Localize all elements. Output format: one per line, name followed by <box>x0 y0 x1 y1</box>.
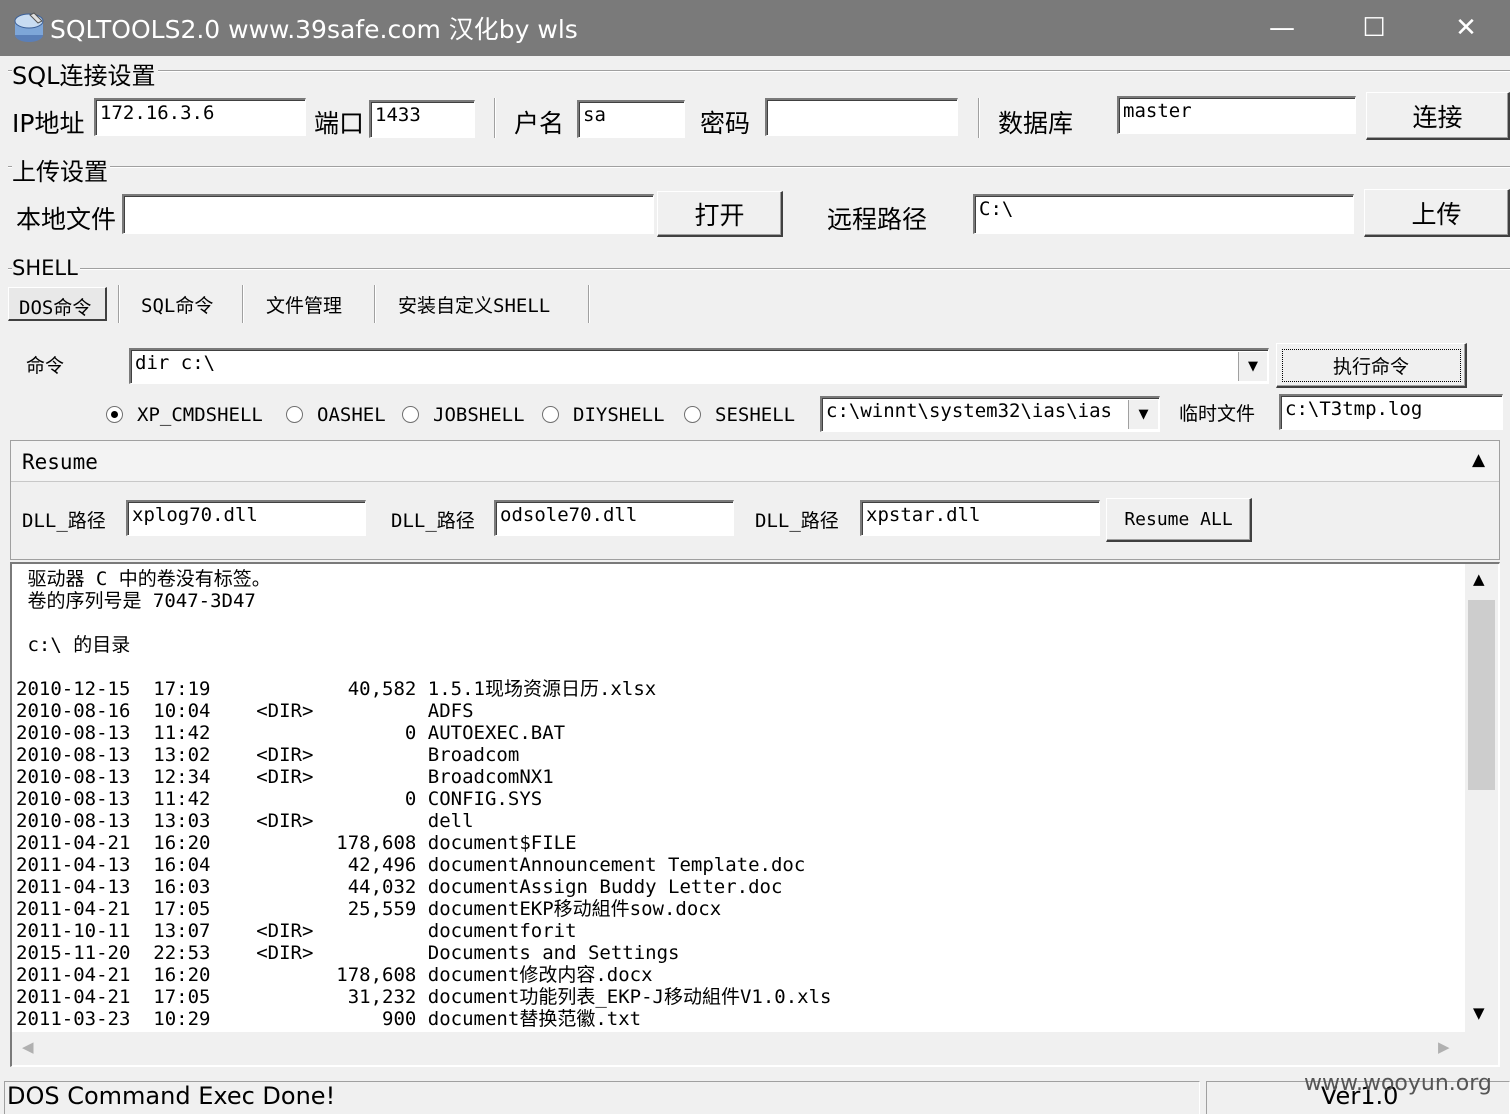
resume-title: Resume <box>22 450 98 474</box>
minimize-button[interactable]: — <box>1236 0 1328 56</box>
separator <box>118 285 120 323</box>
port-label: 端口 <box>314 109 365 138</box>
radio-jobshell-label: JOBSHELL <box>433 404 525 426</box>
connect-button[interactable]: 连接 <box>1366 92 1510 140</box>
scroll-right-icon[interactable]: ▶ <box>1438 1038 1450 1056</box>
shell-path-combobox[interactable]: c:\winnt\system32\ias\ias <box>820 396 1160 432</box>
horizontal-scrollbar[interactable]: ◀ ▶ <box>12 1032 1498 1065</box>
scroll-left-icon[interactable]: ◀ <box>22 1038 34 1056</box>
separator <box>374 285 376 323</box>
radio-xp-cmdshell-label: XP_CMDSHELL <box>137 404 263 426</box>
sql-group-border <box>8 70 1510 72</box>
dll-path-input-2[interactable]: odsole70.dll <box>494 500 734 536</box>
local-file-input[interactable] <box>122 194 654 234</box>
remote-path-label: 远程路径 <box>827 205 928 234</box>
upload-group-border <box>8 166 1510 168</box>
shell-path-value: c:\winnt\system32\ias\ias <box>826 400 1112 422</box>
user-label: 户名 <box>514 109 565 138</box>
radio-diyshell-label: DIYSHELL <box>573 404 665 426</box>
output-text: 驱动器 C 中的卷没有标签。 卷的序列号是 7047-3D47 c:\ 的目录 … <box>16 568 832 1030</box>
tab-sql-command[interactable]: SQL命令 <box>141 291 213 318</box>
command-label: 命令 <box>26 355 65 377</box>
scroll-down-icon[interactable]: ▼ <box>1473 1004 1485 1022</box>
dll-path-label-3: DLL_路径 <box>755 510 839 532</box>
radio-jobshell[interactable] <box>402 406 419 423</box>
separator <box>978 98 980 138</box>
upload-button[interactable]: 上传 <box>1364 189 1510 237</box>
radio-seshell-label: SESHELL <box>715 404 796 426</box>
close-button[interactable]: ✕ <box>1420 0 1510 56</box>
resume-header[interactable] <box>11 441 1499 482</box>
remote-path-input[interactable]: C:\ <box>973 194 1354 234</box>
separator <box>588 285 590 323</box>
scroll-thumb[interactable] <box>1468 600 1495 790</box>
tab-install-custom-shell[interactable]: 安装自定义SHELL <box>398 291 550 318</box>
radio-oashel-label: OASHEL <box>317 404 386 426</box>
local-file-label: 本地文件 <box>16 205 117 234</box>
maximize-button[interactable]: ☐ <box>1328 0 1420 56</box>
password-label: 密码 <box>700 109 751 138</box>
database-label: 数据库 <box>998 109 1074 138</box>
ip-label: IP地址 <box>12 109 85 138</box>
port-input[interactable]: 1433 <box>369 100 475 138</box>
shell-group-border <box>8 268 1510 270</box>
scroll-up-icon[interactable]: ▲ <box>1473 570 1485 588</box>
radio-xp-cmdshell[interactable] <box>106 406 123 423</box>
tab-file-manager[interactable]: 文件管理 <box>266 291 342 318</box>
user-input[interactable]: sa <box>577 100 685 138</box>
temp-file-label: 临时文件 <box>1179 403 1256 425</box>
tab-dos-command-label: DOS命令 <box>19 297 92 319</box>
command-dropdown-arrow-icon[interactable]: ▼ <box>1238 352 1267 381</box>
separator <box>494 98 496 138</box>
ip-input[interactable]: 172.16.3.6 <box>94 98 306 136</box>
radio-seshell[interactable] <box>684 406 701 423</box>
radio-oashel[interactable] <box>286 406 303 423</box>
dll-path-input-1[interactable]: xplog70.dll <box>126 500 366 536</box>
command-combobox[interactable]: dir c:\ <box>129 348 1269 384</box>
shell-path-dropdown-arrow-icon[interactable]: ▼ <box>1128 400 1158 429</box>
execute-command-button[interactable]: 执行命令 <box>1276 343 1467 388</box>
open-button[interactable]: 打开 <box>657 191 783 237</box>
app-icon <box>14 12 44 42</box>
dll-path-input-3[interactable]: xpstar.dll <box>860 500 1100 536</box>
radio-diyshell[interactable] <box>542 406 559 423</box>
separator <box>242 285 244 323</box>
sql-group-title: SQL连接设置 <box>12 56 158 91</box>
dll-path-label-1: DLL_路径 <box>22 510 106 532</box>
collapse-icon[interactable]: ▲ <box>1472 450 1485 470</box>
output-textarea[interactable]: 驱动器 C 中的卷没有标签。 卷的序列号是 7047-3D47 c:\ 的目录 … <box>10 562 1500 1067</box>
vertical-scrollbar[interactable]: ▲ ▼ <box>1465 564 1498 1032</box>
window-title: SQLTOOLS2.0 www.39safe.com 汉化by wls <box>50 15 578 44</box>
database-input[interactable]: master <box>1117 96 1356 134</box>
resume-all-button[interactable]: Resume ALL <box>1106 498 1252 542</box>
upload-group-title: 上传设置 <box>12 152 110 187</box>
command-value: dir c:\ <box>135 352 216 374</box>
status-message: DOS Command Exec Done! <box>4 1081 1200 1114</box>
temp-file-input[interactable]: c:\T3tmp.log <box>1279 394 1503 430</box>
watermark: www.wooyun.org <box>1304 1071 1492 1096</box>
dll-path-label-2: DLL_路径 <box>391 510 475 532</box>
shell-group-title: SHELL <box>12 256 80 280</box>
password-input[interactable] <box>765 98 958 136</box>
